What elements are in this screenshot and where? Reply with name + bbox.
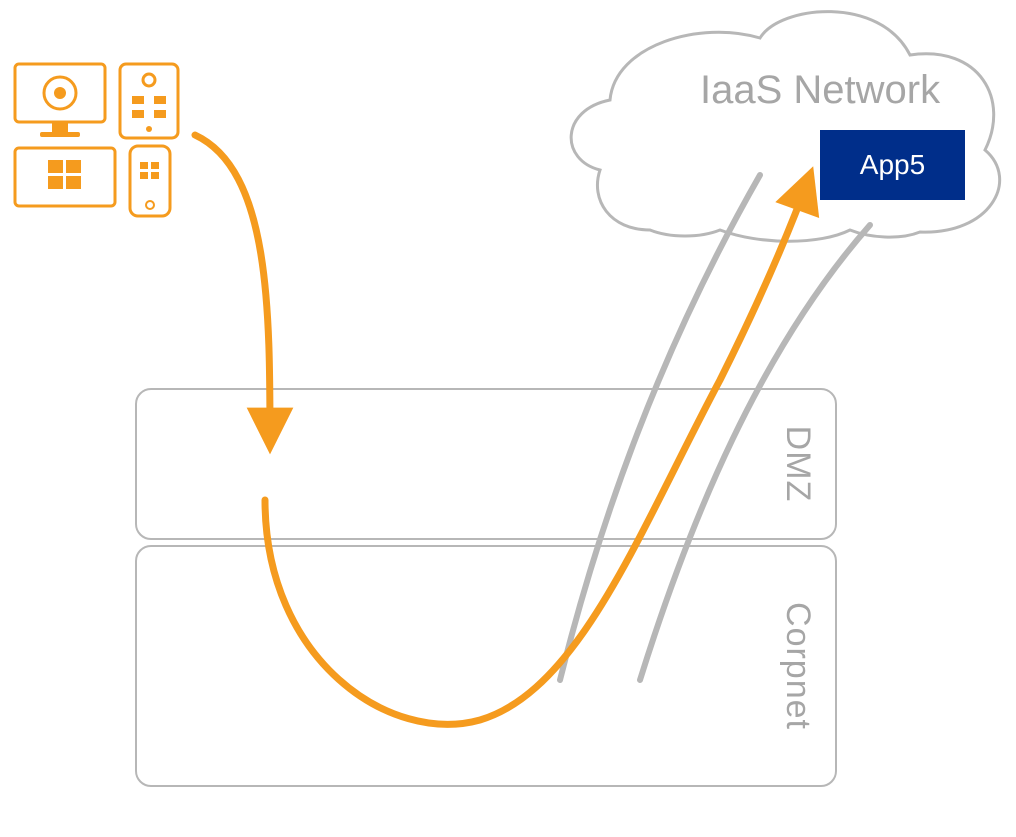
client-devices [10,60,190,220]
device-windows-icon [15,148,115,206]
app-label: App5 [860,149,925,181]
app-box: App5 [820,130,965,200]
device-imac-icon [15,64,105,137]
device-tablet-icon [120,64,178,138]
cloud-label: IaaS Network [700,68,940,113]
zone-dmz-label: DMZ [778,426,817,503]
diagram-canvas: DMZ Corpnet IaaS Network App5 [0,0,1016,837]
cloud-outline [571,12,1000,242]
zone-corpnet-label: Corpnet [778,602,817,730]
zone-corpnet: Corpnet [135,545,837,787]
zone-dmz: DMZ [135,388,837,540]
device-phone-icon [130,146,170,216]
